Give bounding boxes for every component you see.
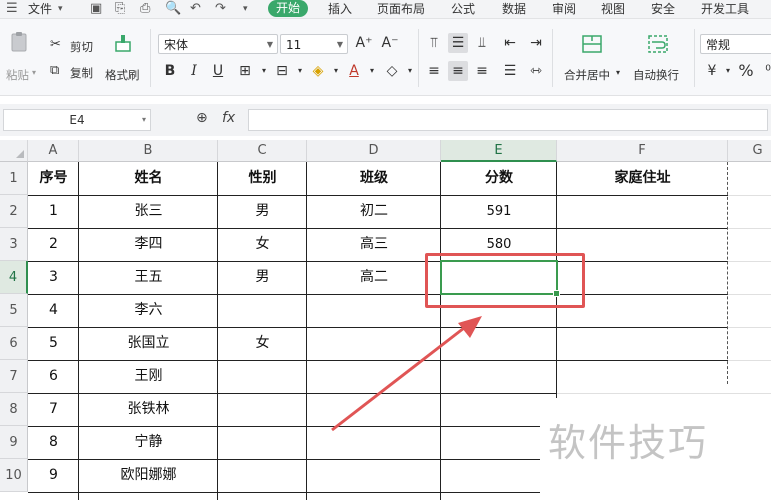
watermark-text: 软件技巧 [540, 398, 771, 500]
